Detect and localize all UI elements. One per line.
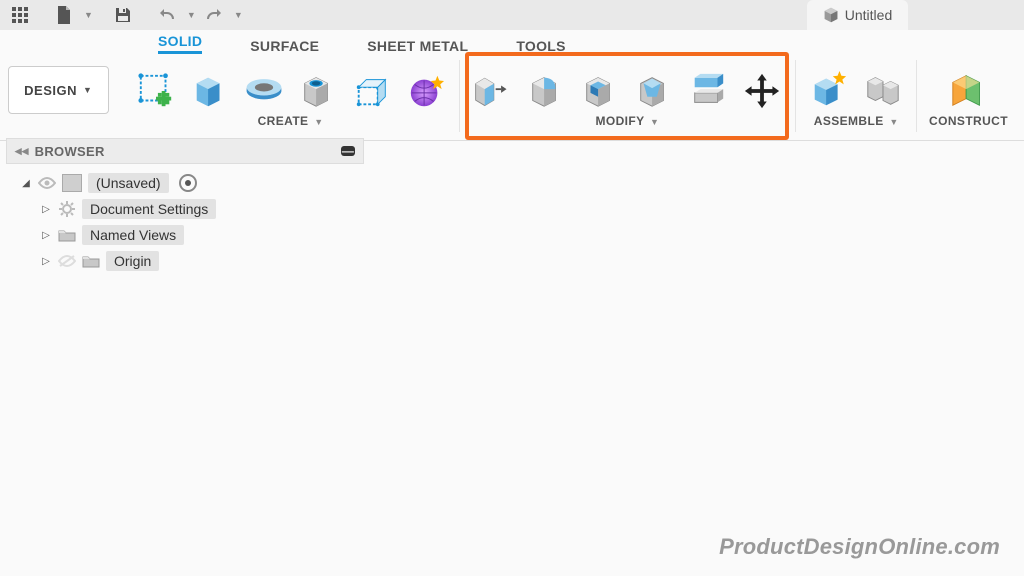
cube-icon [823,7,839,23]
tab-solid[interactable]: SOLID [158,33,202,54]
hole-icon[interactable] [297,70,339,112]
tree-root-row[interactable]: ◢ (Unsaved) [10,170,360,196]
move-icon[interactable] [741,70,783,112]
tree-item-label: Origin [106,251,159,271]
panel-label-modify[interactable]: MODIFY ▼ [595,114,659,128]
environment-tabs: SOLID SURFACE SHEET METAL TOOLS [8,32,1016,54]
panel-label-construct[interactable]: CONSTRUCT [929,114,1008,128]
quick-access-toolbar: ▼ ▼ ▼ Untitled [0,0,1024,30]
tree-item-label: Document Settings [82,199,216,219]
tree-row[interactable]: ▷ Origin [10,248,360,274]
tree-row[interactable]: ▷ Document Settings [10,196,360,222]
undo-icon[interactable] [153,3,181,27]
expander-open-icon[interactable]: ◢ [20,178,32,189]
watermark: ProductDesignOnline.com [719,534,1000,560]
expander-closed-icon[interactable]: ▷ [40,230,52,241]
visibility-icon[interactable] [38,177,56,189]
new-component-icon[interactable] [808,70,850,112]
extrude-icon[interactable] [189,70,231,112]
construct-plane-icon[interactable] [948,70,990,112]
ribbon: SOLID SURFACE SHEET METAL TOOLS DESIGN ▼ [0,30,1024,141]
save-icon[interactable] [109,3,137,27]
panel-construct: CONSTRUCT [921,56,1016,136]
browser-header[interactable]: ◂◂ BROWSER — [6,138,364,164]
expander-closed-icon[interactable]: ▷ [40,256,52,267]
browser-minimize-icon[interactable]: — [341,146,355,156]
fillet-icon[interactable] [525,70,567,112]
panel-assemble: ASSEMBLE ▼ [800,56,912,136]
tree-item-label: Named Views [82,225,184,245]
panel-modify: MODIFY ▼ [463,56,791,136]
file-menu-caret-icon[interactable]: ▼ [84,10,93,20]
workspace-dropdown[interactable]: DESIGN ▼ [8,66,109,114]
panel-label-assemble[interactable]: ASSEMBLE ▼ [814,114,899,128]
expander-closed-icon[interactable]: ▷ [40,204,52,215]
browser-panel: ◂◂ BROWSER — ◢ (Unsaved) ▷ Document Sett… [6,138,364,280]
tree-row[interactable]: ▷ Named Views [10,222,360,248]
workspace-label: DESIGN [24,83,77,98]
revolve-icon[interactable] [243,70,285,112]
activate-radio-icon[interactable] [179,174,197,192]
box-icon[interactable] [351,70,393,112]
press-pull-icon[interactable] [471,70,513,112]
sketch-icon[interactable] [135,70,177,112]
document-title: Untitled [845,7,892,23]
draft-icon[interactable] [633,70,675,112]
redo-icon[interactable] [200,3,228,27]
gear-icon [58,200,76,218]
tab-surface[interactable]: SURFACE [250,38,319,54]
root-name: (Unsaved) [88,173,169,193]
undo-history-caret-icon[interactable]: ▼ [187,10,196,20]
tab-sheet-metal[interactable]: SHEET METAL [367,38,468,54]
browser-collapse-icon[interactable]: ◂◂ [15,143,29,159]
folder-icon [82,254,100,268]
shell-icon[interactable] [579,70,621,112]
ribbon-row: DESIGN ▼ [8,56,1016,136]
component-icon [62,174,82,192]
tab-tools[interactable]: TOOLS [516,38,565,54]
apps-grid-icon[interactable] [6,3,34,27]
folder-icon [58,228,76,242]
redo-history-caret-icon[interactable]: ▼ [234,10,243,20]
browser-title: BROWSER [35,144,105,159]
split-body-icon[interactable] [687,70,729,112]
document-tab[interactable]: Untitled [807,0,908,30]
joint-icon[interactable] [862,70,904,112]
visibility-off-icon[interactable] [58,255,76,267]
form-icon[interactable] [405,70,447,112]
caret-down-icon: ▼ [83,85,92,95]
panel-label-create[interactable]: CREATE ▼ [258,114,324,128]
file-icon[interactable] [50,3,78,27]
panel-create: CREATE ▼ [127,56,455,136]
